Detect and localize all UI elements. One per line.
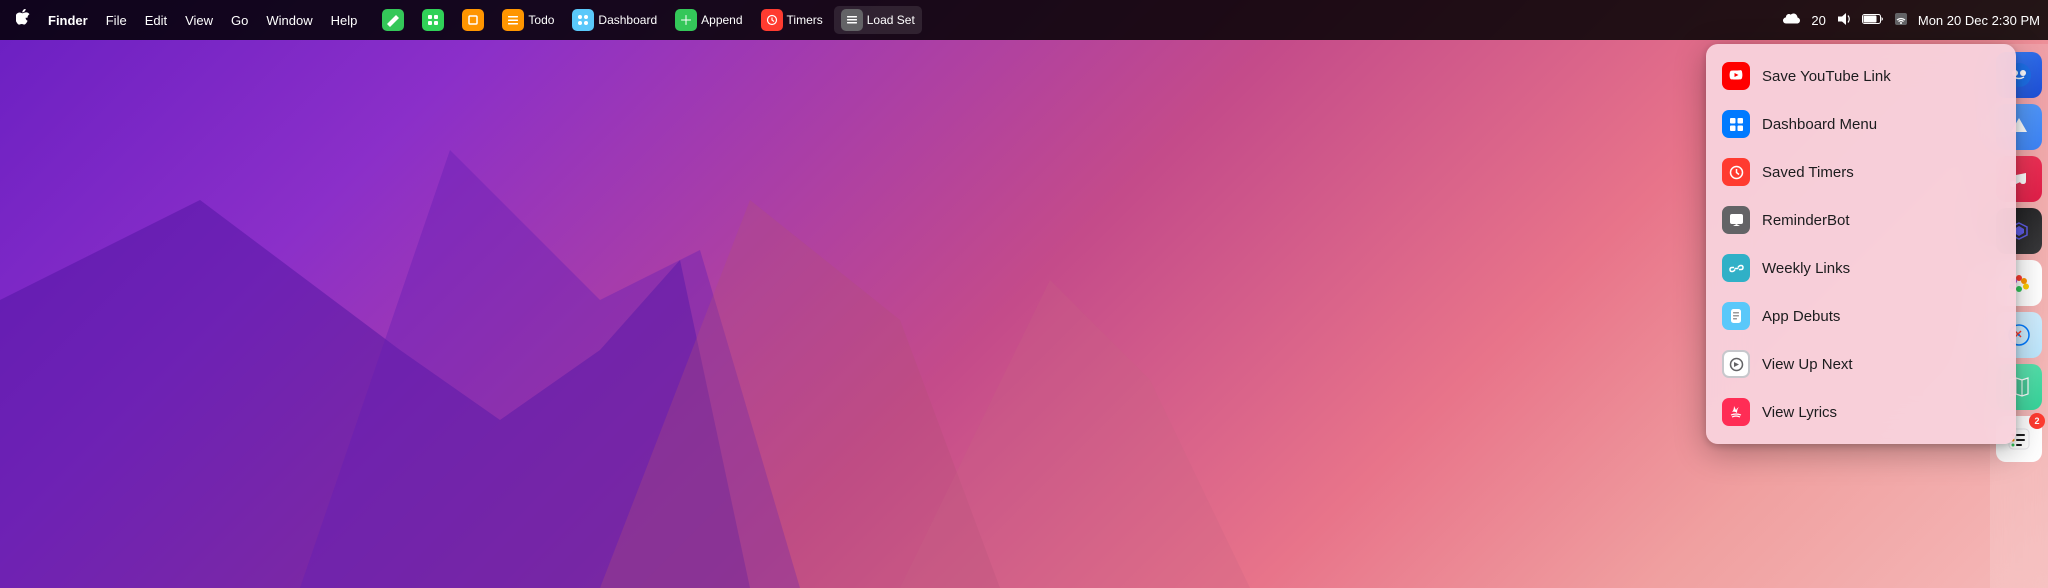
dashboard-menu-label: Dashboard Menu <box>1762 116 1877 133</box>
view-lyrics-label: View Lyrics <box>1762 404 1837 421</box>
app-debuts-icon <box>1722 302 1750 330</box>
icloud-icon[interactable] <box>1783 12 1801 28</box>
pencil-app-icon <box>382 9 404 31</box>
menubar-left: Finder File Edit View Go Window Help <box>8 6 1783 34</box>
edit-menu[interactable]: Edit <box>137 11 175 30</box>
view-menu[interactable]: View <box>177 11 221 30</box>
battery-icon[interactable] <box>1862 13 1884 28</box>
reminderbot-item[interactable]: ReminderBot <box>1706 196 2016 244</box>
saved-timers-icon <box>1722 158 1750 186</box>
append-icon <box>675 9 697 31</box>
view-lyrics-icon <box>1722 398 1750 426</box>
timers-label: Timers <box>787 13 823 27</box>
loadset-label: Load Set <box>867 13 915 27</box>
view-up-next-icon <box>1722 350 1750 378</box>
pencil-app[interactable] <box>375 6 411 34</box>
save-youtube-icon <box>1722 62 1750 90</box>
help-menu[interactable]: Help <box>323 11 366 30</box>
todo-icon <box>502 9 524 31</box>
menubar-system-icons: 20 Mon 20 Dec 2:30 PM <box>1783 12 2040 29</box>
saved-timers-label: Saved Timers <box>1762 164 1854 181</box>
window-menu[interactable]: Window <box>258 11 320 30</box>
weekly-links-item[interactable]: Weekly Links <box>1706 244 2016 292</box>
go-menu[interactable]: Go <box>223 11 256 30</box>
save-youtube-label: Save YouTube Link <box>1762 68 1891 85</box>
calendar-icon[interactable]: 20 <box>1811 13 1825 28</box>
todo-label: Todo <box>528 13 554 27</box>
weekly-links-label: Weekly Links <box>1762 260 1850 277</box>
dashboard-menu-icon <box>1722 110 1750 138</box>
dashboard-label: Dashboard <box>598 13 657 27</box>
datetime: Mon 20 Dec 2:30 PM <box>1918 13 2040 28</box>
loadset-icon <box>841 9 863 31</box>
timers-app[interactable]: Timers <box>754 6 830 34</box>
timers-icon <box>761 9 783 31</box>
orange-sq-icon <box>462 9 484 31</box>
view-up-next-item[interactable]: View Up Next <box>1706 340 2016 388</box>
file-menu[interactable]: File <box>98 11 135 30</box>
saved-timers-item[interactable]: Saved Timers <box>1706 148 2016 196</box>
dashboard-app[interactable]: Dashboard <box>565 6 664 34</box>
reminderbot-label: ReminderBot <box>1762 212 1850 229</box>
app-debuts-label: App Debuts <box>1762 308 1840 325</box>
menubar: Finder File Edit View Go Window Help <box>0 0 2048 40</box>
reminders-badge: 2 <box>2029 413 2045 429</box>
volume-icon[interactable] <box>1836 12 1852 29</box>
save-youtube-item[interactable]: Save YouTube Link <box>1706 52 2016 100</box>
wifi-icon[interactable] <box>1894 12 1908 29</box>
weekly-links-icon <box>1722 254 1750 282</box>
apple-menu[interactable] <box>8 9 38 31</box>
view-up-next-label: View Up Next <box>1762 356 1853 373</box>
dashboard-menu-item[interactable]: Dashboard Menu <box>1706 100 2016 148</box>
loadset-app[interactable]: Load Set <box>834 6 922 34</box>
dropdown-menu: Save YouTube Link Dashboard Menu Saved T… <box>1706 44 2016 444</box>
orange-sq-app[interactable] <box>455 6 491 34</box>
app-debuts-item[interactable]: App Debuts <box>1706 292 2016 340</box>
view-lyrics-item[interactable]: View Lyrics <box>1706 388 2016 436</box>
todo-app[interactable]: Todo <box>495 6 561 34</box>
finder-menu[interactable]: Finder <box>40 11 96 30</box>
append-label: Append <box>701 13 742 27</box>
append-app[interactable]: Append <box>668 6 749 34</box>
reminderbot-icon <box>1722 206 1750 234</box>
dashboard-icon <box>572 9 594 31</box>
green-box-app[interactable] <box>415 6 451 34</box>
green-box-icon <box>422 9 444 31</box>
